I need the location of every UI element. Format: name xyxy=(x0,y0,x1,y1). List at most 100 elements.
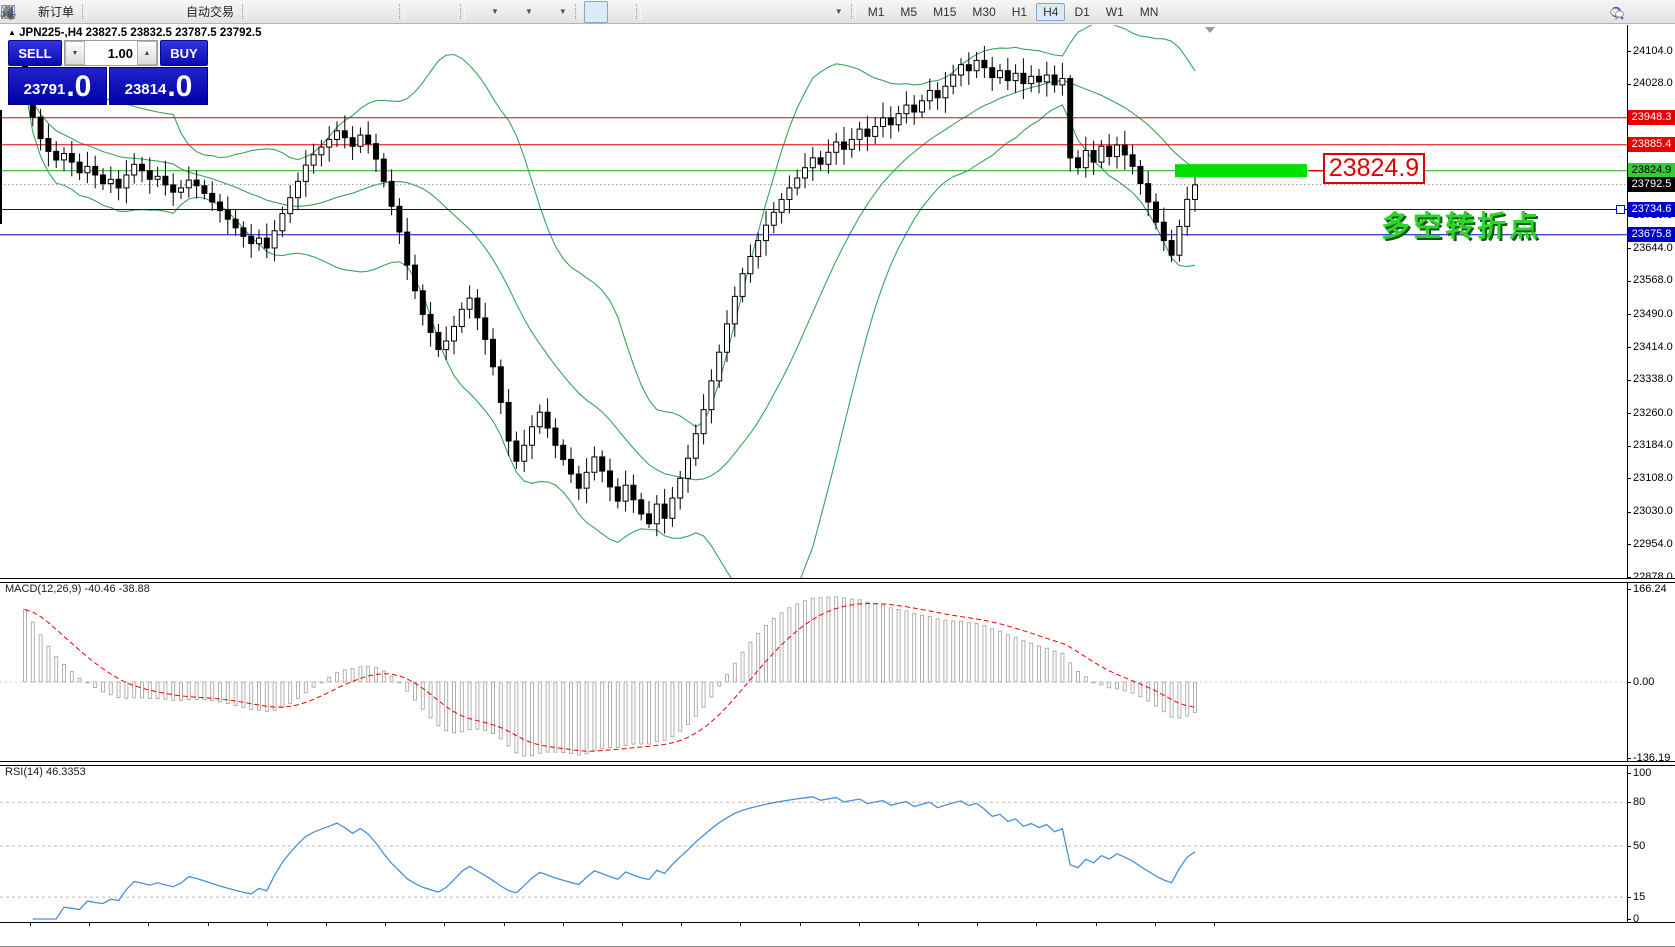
price-level-label: 23824.9 xyxy=(1628,163,1675,178)
candlestick-button[interactable] xyxy=(275,1,299,23)
tile-windows-button[interactable] xyxy=(371,1,395,23)
fibonacci-tool-button[interactable]: F xyxy=(741,1,765,23)
price-callout-label[interactable]: 23824.9 xyxy=(1323,153,1425,184)
buy-label: BUY xyxy=(170,46,197,61)
auto-scroll-button[interactable] xyxy=(408,1,432,23)
left-edge-mark xyxy=(0,110,2,224)
macd-tick-label: 166.24 xyxy=(1633,583,1667,595)
buy-price-box[interactable]: 23814 .0 xyxy=(109,67,208,105)
zoom-out-button[interactable] xyxy=(347,1,371,23)
crosshair-tool-button[interactable] xyxy=(608,1,632,23)
rsi-tick-label: 100 xyxy=(1633,767,1651,779)
channel-icon: E xyxy=(721,4,737,20)
volume-increase-button[interactable]: ▲ xyxy=(137,41,157,65)
timeframe-w1[interactable]: W1 xyxy=(1099,3,1131,21)
time-tick xyxy=(444,922,445,926)
toolbar-grip xyxy=(82,4,87,19)
timeframe-mn[interactable]: MN xyxy=(1133,3,1166,21)
buy-button[interactable]: BUY xyxy=(160,40,208,66)
toolbar-grip xyxy=(851,4,856,19)
pane-separator[interactable] xyxy=(0,578,1675,583)
chat-button[interactable] xyxy=(1643,2,1667,24)
time-tick xyxy=(563,922,564,926)
trendline-tool-button[interactable] xyxy=(693,1,717,23)
sell-price-frac: .0 xyxy=(66,72,91,102)
pane-separator[interactable] xyxy=(0,761,1675,766)
vertical-line-tool-button[interactable] xyxy=(645,1,669,23)
time-tick xyxy=(977,922,978,926)
time-tick xyxy=(504,922,505,926)
new-order-icon xyxy=(19,4,35,20)
chart-shift-marker[interactable] xyxy=(1205,27,1215,33)
terminal-button[interactable] xyxy=(115,1,139,23)
timeframe-m5[interactable]: M5 xyxy=(893,3,924,21)
timeframe-m30[interactable]: M30 xyxy=(965,3,1002,21)
sell-price-box[interactable]: 23791 .0 xyxy=(8,67,107,105)
time-tick xyxy=(859,922,860,926)
tile-windows-icon xyxy=(375,4,391,20)
text-label-icon: T xyxy=(793,4,809,20)
price-tick-label: 23338.0 xyxy=(1633,373,1673,385)
fibonacci-icon: F xyxy=(745,4,761,20)
vertical-line-icon xyxy=(649,4,665,20)
price-tick-label: 23030.0 xyxy=(1633,505,1673,517)
bar-chart-button[interactable] xyxy=(251,1,275,23)
bar-chart-icon xyxy=(255,4,271,20)
macd-indicator-label: MACD(12,26,9) -40.46 -38.88 xyxy=(5,583,150,595)
indicators-button[interactable]: ▼ xyxy=(469,1,503,23)
timeframe-d1[interactable]: D1 xyxy=(1067,3,1096,21)
time-tick xyxy=(1096,922,1097,926)
price-tick xyxy=(1627,248,1631,249)
new-order-button[interactable]: 新订单 xyxy=(15,1,78,23)
macd-tick-label: 0.00 xyxy=(1633,676,1654,688)
autotrade-icon xyxy=(167,4,183,20)
toolbar: 新订单 自动交易 ▼ ▼ xyxy=(0,0,1675,24)
chat-icon xyxy=(1647,5,1663,21)
one-click-trading-panel: SELL ▼ ▲ BUY 23791 .0 23814 .0 xyxy=(8,40,208,106)
timeframe-m1[interactable]: M1 xyxy=(861,3,892,21)
price-tick xyxy=(1627,544,1631,545)
chart-header: ▲ JPN225-,H4 23827.5 23832.5 23787.5 237… xyxy=(8,27,261,39)
level-line-handle[interactable] xyxy=(1616,205,1625,214)
chart-shift-button[interactable] xyxy=(432,1,456,23)
rsi-tick xyxy=(1627,846,1631,847)
text-tool-button[interactable]: A xyxy=(765,1,789,23)
price-tick xyxy=(1627,51,1631,52)
timeframe-h4[interactable]: H4 xyxy=(1036,3,1065,21)
price-tick xyxy=(1627,413,1631,414)
sell-button[interactable]: SELL xyxy=(8,40,62,66)
zoom-in-button[interactable] xyxy=(323,1,347,23)
line-chart-icon xyxy=(303,4,319,20)
templates-button[interactable]: ▼ xyxy=(537,1,571,23)
autotrade-label: 自动交易 xyxy=(186,3,234,20)
time-tick xyxy=(740,922,741,926)
line-chart-button[interactable] xyxy=(299,1,323,23)
autotrade-button[interactable]: 自动交易 xyxy=(163,1,238,23)
horizontal-line-tool-button[interactable] xyxy=(669,1,693,23)
toolbar-grip xyxy=(242,4,247,19)
time-tick xyxy=(1155,922,1156,926)
periods-button[interactable]: ▼ xyxy=(503,1,537,23)
sound-icon xyxy=(143,4,159,20)
arrows-tool-button[interactable]: ▼ xyxy=(813,1,847,23)
channel-tool-button[interactable]: E xyxy=(717,1,741,23)
text-label-tool-button[interactable]: T xyxy=(789,1,813,23)
timeframe-m15[interactable]: M15 xyxy=(926,3,963,21)
rsi-pane xyxy=(0,764,1627,922)
volume-input[interactable] xyxy=(85,41,137,65)
cursor-tool-button[interactable] xyxy=(584,1,608,23)
time-tick xyxy=(622,922,623,926)
price-tick-label: 23260.0 xyxy=(1633,407,1673,419)
price-tick xyxy=(1627,314,1631,315)
indicators-icon xyxy=(473,4,489,20)
collapse-triangle-icon[interactable]: ▲ xyxy=(8,28,16,37)
sound-button[interactable] xyxy=(139,1,163,23)
volume-decrease-button[interactable]: ▼ xyxy=(65,41,85,65)
price-tick-label: 23568.0 xyxy=(1633,274,1673,286)
timeframe-h1[interactable]: H1 xyxy=(1005,3,1034,21)
metaeditor-button[interactable] xyxy=(91,1,115,23)
time-axis xyxy=(0,922,1675,947)
toolbar-grip xyxy=(575,4,580,19)
price-tick-label: 23108.0 xyxy=(1633,472,1673,484)
price-tick-label: 23414.0 xyxy=(1633,341,1673,353)
